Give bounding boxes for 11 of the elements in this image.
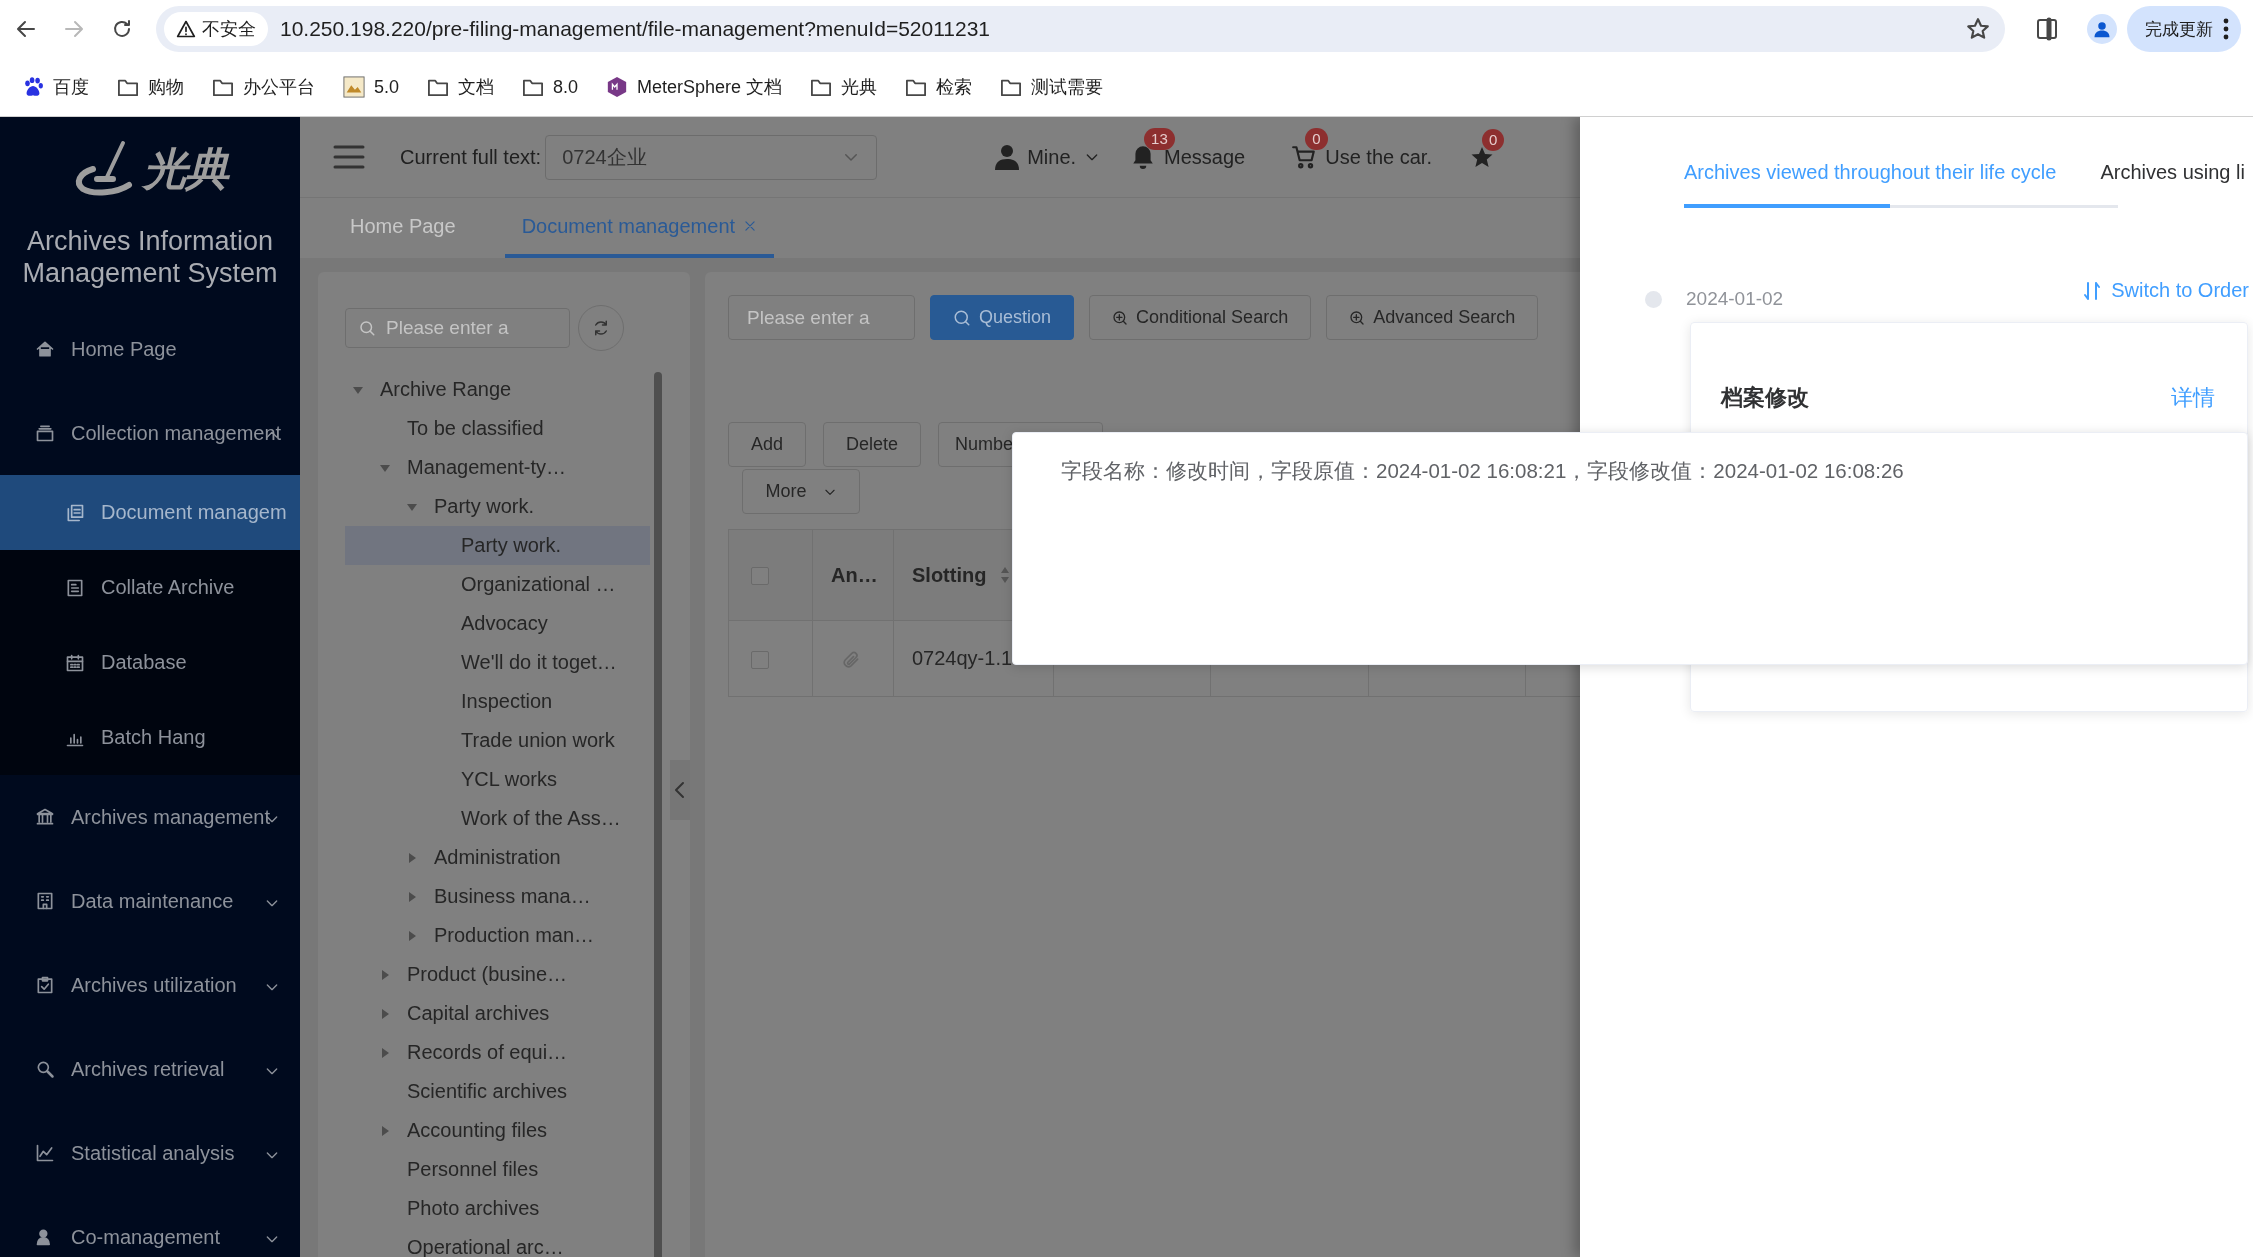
- logo-text: 光典: [143, 142, 227, 195]
- app-title: Archives Information Management System: [21, 225, 279, 290]
- scope-label: Current full text:: [400, 145, 542, 169]
- count-badge: 0: [1481, 129, 1505, 151]
- timeline-date: 2024-01-02: [1686, 288, 1784, 310]
- change-detail-text: 字段名称：修改时间，字段原值：2024-01-02 16:08:21，字段修改值：2024-01-02 16:08:26: [1061, 458, 1905, 484]
- count-badge: 0: [1305, 128, 1328, 150]
- count-badge: 13: [1144, 128, 1175, 150]
- column-header: An…: [812, 529, 894, 621]
- event-title: 档案修改: [1721, 384, 1809, 412]
- url-text: 10.250.198.220/pre-filing-management/file-management?menuId=52011231: [280, 17, 992, 41]
